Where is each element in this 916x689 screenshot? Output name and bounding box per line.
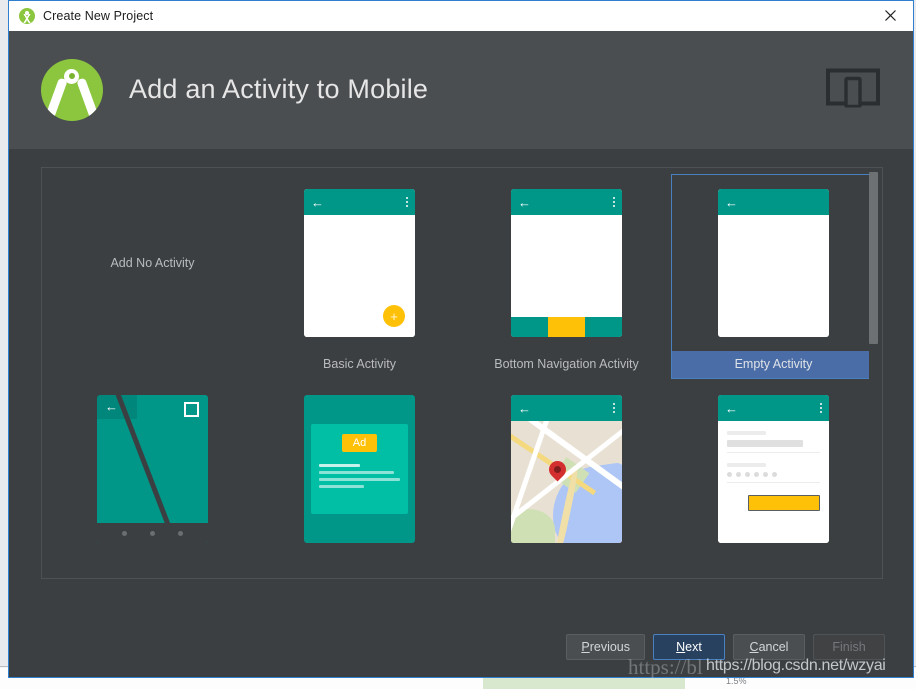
phone-mock: ← (511, 189, 622, 337)
overflow-menu-icon (820, 403, 822, 413)
template-card-ads-activity[interactable]: Ad (257, 380, 462, 571)
next-button-mnemonic: N (676, 640, 686, 654)
template-card-fullscreen-activity[interactable]: ← (50, 380, 255, 571)
phone-mock: ← (718, 395, 829, 543)
bottom-nav-item (511, 317, 548, 337)
map-graphic (511, 421, 622, 543)
phone-content: + (304, 215, 415, 337)
ad-mock: Ad (304, 395, 415, 543)
android-studio-logo (41, 58, 103, 121)
phone-content (511, 421, 622, 543)
template-art-none: Add No Activity (51, 175, 254, 351)
app-bar: ← (511, 189, 622, 215)
overflow-menu-icon (613, 197, 615, 207)
gallery-scrollbar-thumb[interactable] (869, 172, 878, 344)
phone-content (718, 215, 829, 337)
close-icon[interactable] (867, 1, 913, 30)
login-form-graphic (718, 421, 829, 543)
cancel-button[interactable]: Cancel (733, 634, 805, 660)
ad-badge: Ad (341, 434, 378, 452)
back-arrow-icon: ← (518, 194, 531, 210)
navigation-dots (97, 523, 208, 543)
cancel-button-mnemonic: C (749, 640, 759, 654)
template-card-login-activity[interactable]: ← (671, 380, 876, 571)
finish-button: Finish (813, 634, 885, 660)
previous-button-label: revious (589, 640, 630, 654)
template-art-fullscreen: ← (51, 381, 254, 557)
template-caption-empty (51, 351, 254, 364)
template-card-no-activity[interactable]: Add No Activity (50, 174, 255, 365)
expand-fullscreen-icon (184, 402, 199, 417)
fullscreen-mock: ← (97, 395, 208, 543)
template-grid: Add No Activity ← + Basic Activity ← Bot… (42, 168, 882, 578)
cancel-button-label: ancel (758, 640, 789, 654)
template-label-login-activity (672, 557, 875, 570)
back-arrow-icon: ← (725, 194, 738, 210)
create-new-project-dialog: Create New Project Add an Activity to Mo… (8, 0, 914, 678)
overflow-menu-icon (613, 403, 615, 413)
floating-action-button-icon: + (383, 305, 405, 327)
bottom-nav-item (585, 317, 622, 337)
phone-mock: ← (511, 395, 622, 543)
template-art-map: ← (465, 381, 668, 557)
template-label-basic-activity: Basic Activity (323, 357, 396, 371)
template-label-fullscreen-activity (51, 557, 254, 570)
next-button[interactable]: Next (653, 634, 725, 660)
template-art-empty: ← (672, 175, 875, 351)
page-title: Add an Activity to Mobile (129, 74, 429, 104)
previous-button-mnemonic: P (581, 640, 590, 654)
app-bar: ← (304, 189, 415, 215)
next-button-label: ext (685, 640, 702, 654)
template-art-basic: ← + (258, 175, 461, 351)
dialog-body: Add No Activity ← + Basic Activity ← Bot… (9, 149, 913, 617)
previous-button[interactable]: Previous (566, 634, 645, 660)
template-art-bottomnav: ← (465, 175, 668, 351)
activity-template-gallery: Add No Activity ← + Basic Activity ← Bot… (41, 167, 883, 579)
ad-text-lines (319, 464, 400, 492)
phone-mock: ← + (304, 189, 415, 337)
dialog-titlebar: Create New Project (9, 1, 913, 31)
template-card-basic-activity[interactable]: ← + Basic Activity (257, 174, 462, 379)
template-art-ad: Ad (258, 381, 461, 557)
template-label-empty-activity: Empty Activity (672, 351, 875, 378)
login-submit-graphic (748, 495, 820, 511)
overflow-menu-icon (406, 197, 408, 207)
back-arrow-icon: ← (725, 400, 738, 416)
back-arrow-icon: ← (105, 399, 118, 414)
template-card-maps-activity[interactable]: ← (464, 380, 669, 571)
bottom-navigation-bar (511, 317, 622, 337)
bottom-nav-item-active (548, 317, 585, 337)
mobile-device-icon (825, 67, 881, 112)
phone-content (718, 421, 829, 543)
app-bar: ← (718, 189, 829, 215)
template-label-bottom-navigation-activity: Bottom Navigation Activity (494, 357, 639, 371)
dialog-header: Add an Activity to Mobile (9, 31, 913, 149)
template-label-ads-activity (258, 557, 461, 570)
template-label-no-activity: Add No Activity (110, 256, 195, 270)
back-arrow-icon: ← (518, 400, 531, 416)
app-bar: ← (718, 395, 829, 421)
back-arrow-icon: ← (311, 194, 324, 210)
template-card-bottom-navigation-activity[interactable]: ← Bottom Navigation Activity (464, 174, 669, 379)
template-card-empty-activity[interactable]: ← Empty Activity (671, 174, 876, 379)
screenshot-root: 1.5% Create New Project Add an Activity … (0, 0, 916, 689)
template-label-maps-activity (465, 557, 668, 570)
app-bar: ← (511, 395, 622, 421)
phone-content (511, 215, 622, 317)
finish-button-label: Finish (832, 640, 866, 654)
android-studio-icon (19, 8, 35, 24)
dialog-title: Create New Project (43, 9, 154, 23)
dialog-footer: Previous Next Cancel Finish (9, 617, 913, 677)
template-art-login: ← (672, 381, 875, 557)
phone-mock: ← (718, 189, 829, 337)
